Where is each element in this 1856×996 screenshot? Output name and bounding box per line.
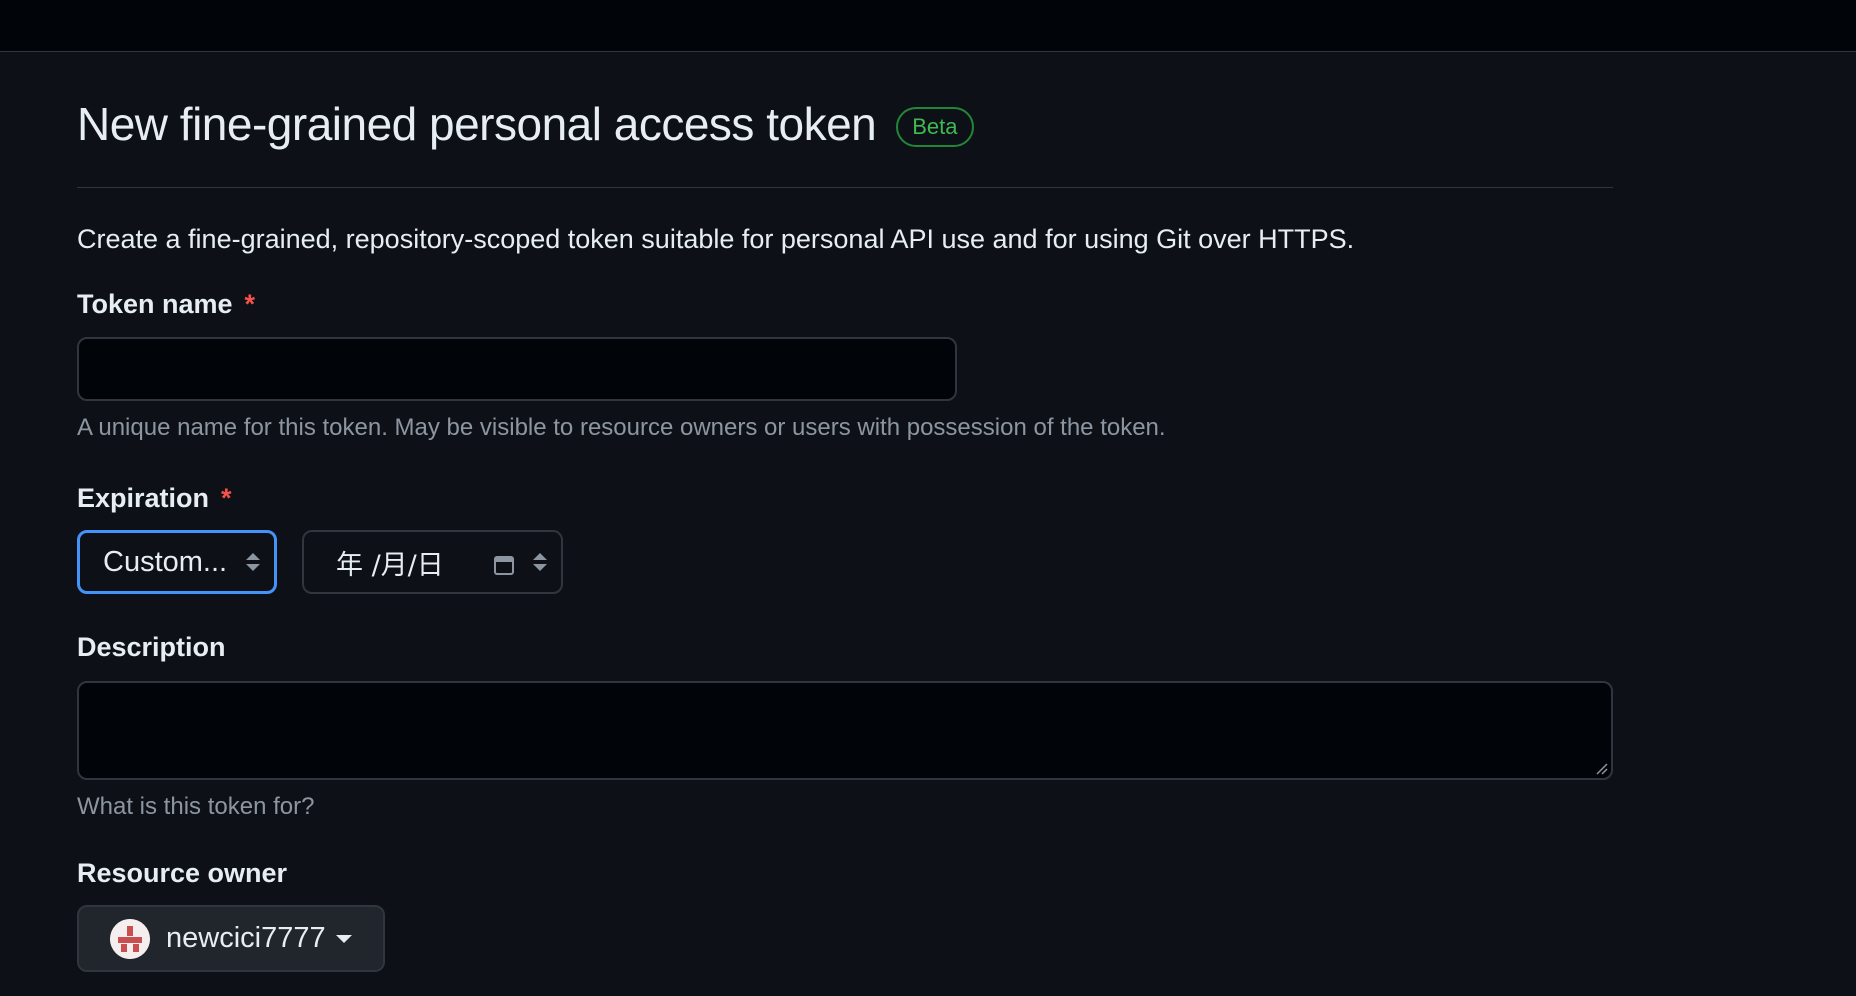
description-textarea[interactable] xyxy=(77,681,1613,780)
token-name-label-text: Token name xyxy=(77,289,233,319)
expiration-select-value: Custom... xyxy=(103,545,228,578)
resize-grip-icon[interactable] xyxy=(1594,761,1608,775)
expiration-row: Custom... 年 /月/日 xyxy=(77,530,1613,594)
description-hint: What is this token for? xyxy=(77,793,315,820)
page-header: New fine-grained personal access token B… xyxy=(77,51,1613,188)
beta-badge: Beta xyxy=(896,107,974,147)
resource-owner-label-text: Resource owner xyxy=(77,858,288,888)
resource-owner-label: Resource owner xyxy=(77,858,1613,889)
caret-down-icon xyxy=(335,934,352,943)
top-header-bar xyxy=(0,0,1856,52)
token-name-hint: A unique name for this token. May be vis… xyxy=(77,414,1166,441)
identicon-avatar xyxy=(110,918,150,959)
token-name-input[interactable] xyxy=(77,337,957,401)
required-asterisk: * xyxy=(221,483,232,513)
description-label-text: Description xyxy=(77,632,226,662)
token-name-label: Token name * xyxy=(77,289,1613,320)
page-title: New fine-grained personal access token xyxy=(77,98,877,150)
date-stepper-icon[interactable] xyxy=(533,553,547,571)
resource-owner-dropdown[interactable]: newcici7777 xyxy=(77,905,385,972)
main-content: New fine-grained personal access token B… xyxy=(77,51,1613,972)
expiration-date-input[interactable]: 年 /月/日 xyxy=(302,530,563,594)
expiration-label: Expiration * xyxy=(77,483,1613,514)
expiration-label-text: Expiration xyxy=(77,483,210,513)
calendar-icon[interactable] xyxy=(493,551,515,575)
date-placeholder: 年 /月/日 xyxy=(336,549,444,581)
required-asterisk: * xyxy=(244,289,256,319)
page-description: Create a fine-grained, repository-scoped… xyxy=(77,224,1355,254)
resource-owner-name: newcici7777 xyxy=(166,922,326,954)
expiration-select[interactable]: Custom... xyxy=(77,530,277,594)
description-label: Description xyxy=(77,632,1613,663)
select-arrows-icon xyxy=(246,553,260,571)
